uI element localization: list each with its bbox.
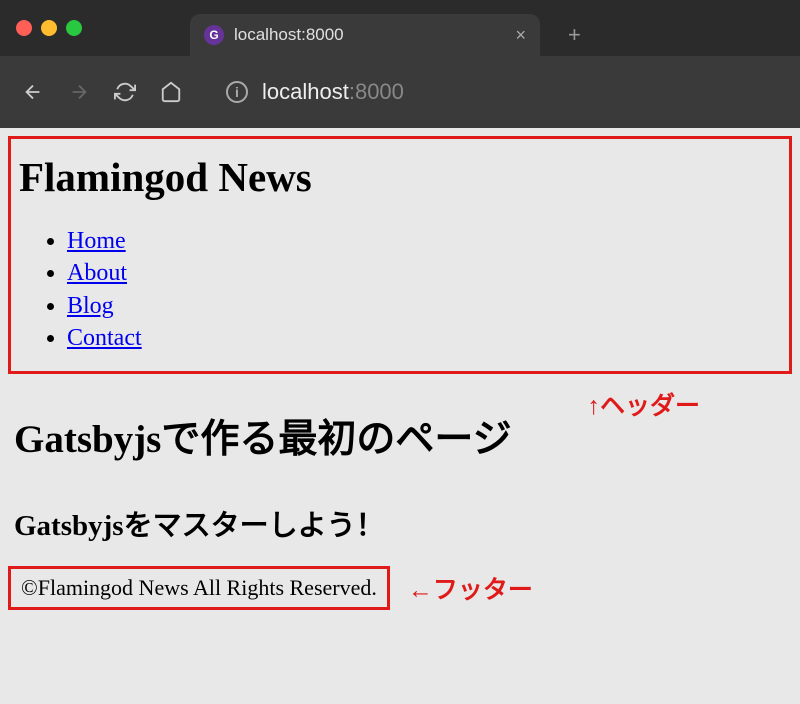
forward-button[interactable]: [68, 81, 90, 103]
footer-row: ©Flamingod News All Rights Reserved. ←フッ…: [8, 566, 792, 610]
nav-bar: i localhost:8000: [0, 56, 800, 128]
window-maximize-button[interactable]: [66, 20, 82, 36]
address-bar[interactable]: i localhost:8000: [226, 79, 778, 105]
page-subtitle: Gatsbyjsをマスターしよう！: [14, 502, 792, 544]
window-minimize-button[interactable]: [41, 20, 57, 36]
site-info-icon[interactable]: i: [226, 81, 248, 103]
tab-title: localhost:8000: [234, 25, 505, 45]
new-tab-button[interactable]: +: [568, 22, 581, 48]
nav-link-about[interactable]: About: [67, 260, 127, 286]
reload-button[interactable]: [114, 81, 136, 103]
url-host: localhost: [262, 79, 349, 104]
nav-link-blog[interactable]: Blog: [67, 293, 114, 319]
page-content: Flamingod News Home About Blog Contact ↑…: [0, 128, 800, 618]
nav-link-contact[interactable]: Contact: [67, 325, 142, 351]
back-button[interactable]: [22, 81, 44, 103]
site-title: Flamingod News: [19, 153, 781, 201]
browser-tab[interactable]: G localhost:8000 ×: [190, 14, 540, 56]
window-close-button[interactable]: [16, 20, 32, 36]
home-button[interactable]: [160, 81, 182, 103]
close-tab-icon[interactable]: ×: [515, 25, 526, 46]
tab-bar: G localhost:8000 × +: [0, 0, 800, 56]
nav-list: Home About Blog Contact: [19, 225, 781, 355]
gatsby-favicon-icon: G: [204, 25, 224, 45]
traffic-lights: [16, 20, 82, 36]
url-port: :8000: [349, 79, 404, 104]
list-item: Contact: [67, 322, 781, 354]
nav-link-home[interactable]: Home: [67, 228, 126, 254]
footer-highlight-box: ©Flamingod News All Rights Reserved.: [8, 566, 390, 610]
list-item: Blog: [67, 290, 781, 322]
list-item: Home: [67, 225, 781, 257]
header-annotation-label: ↑ヘッダー: [587, 386, 700, 422]
url-text: localhost:8000: [262, 79, 404, 105]
footer-annotation-label: ←フッター: [408, 570, 533, 606]
browser-chrome: G localhost:8000 × + i localhost:8000: [0, 0, 800, 128]
header-highlight-box: Flamingod News Home About Blog Contact: [8, 136, 792, 374]
list-item: About: [67, 257, 781, 289]
footer-copyright: ©Flamingod News All Rights Reserved.: [21, 575, 377, 600]
